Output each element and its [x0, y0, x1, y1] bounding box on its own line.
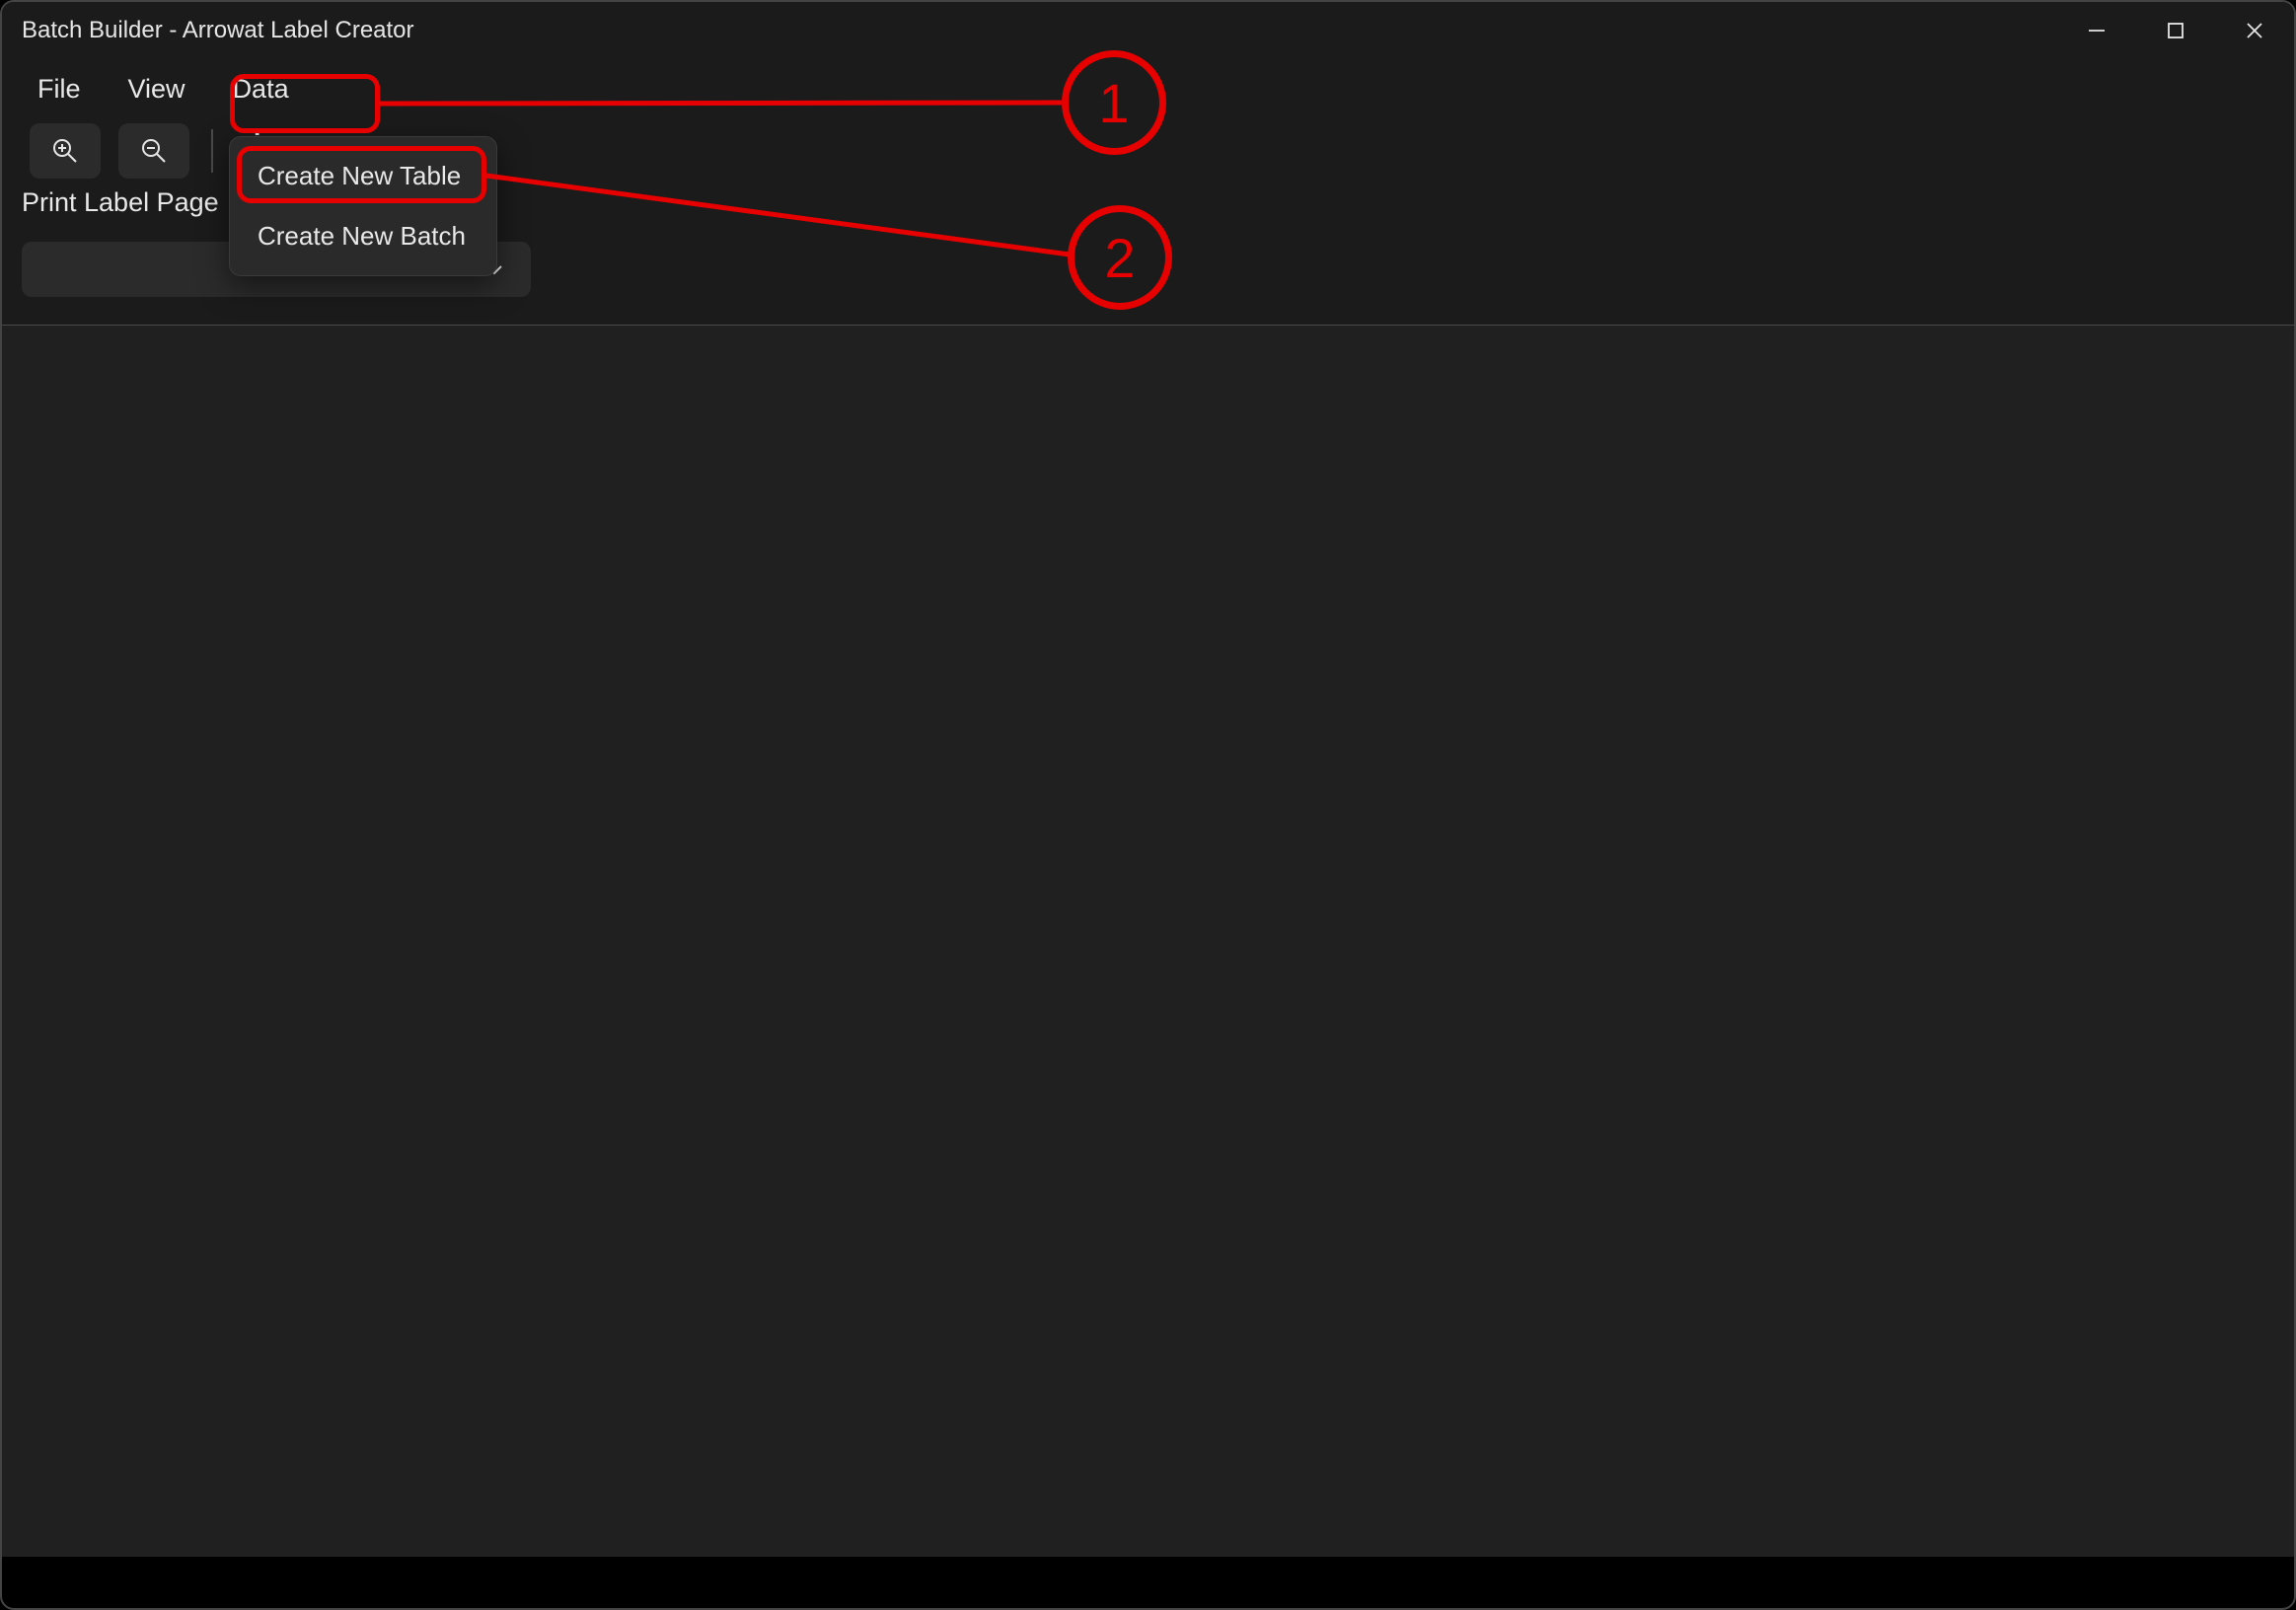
window-controls	[2057, 2, 2294, 59]
menu-file[interactable]: File	[14, 66, 105, 112]
data-menu-dropdown: Create New Table Create New Batch	[229, 136, 497, 276]
zoom-out-icon	[139, 136, 169, 166]
menu-data[interactable]: Data	[209, 66, 313, 112]
menu-item-create-new-batch[interactable]: Create New Batch	[236, 207, 490, 265]
minimize-icon	[2086, 20, 2108, 41]
print-label-page-label: Print Label Page	[22, 187, 219, 217]
maximize-icon	[2166, 21, 2185, 40]
content-area	[2, 326, 2294, 1557]
close-icon	[2244, 20, 2265, 41]
toolbar-separator	[211, 129, 213, 173]
menu-view[interactable]: View	[105, 66, 209, 112]
app-window: Batch Builder - Arrowat Label Creator	[0, 0, 2296, 1610]
window-title: Batch Builder - Arrowat Label Creator	[22, 17, 414, 44]
titlebar: Batch Builder - Arrowat Label Creator	[2, 2, 2294, 59]
menubar: File View Data	[2, 59, 2294, 118]
close-button[interactable]	[2215, 2, 2294, 59]
minimize-button[interactable]	[2057, 2, 2136, 59]
zoom-in-button[interactable]	[30, 123, 101, 179]
maximize-button[interactable]	[2136, 2, 2215, 59]
menu-item-create-new-table[interactable]: Create New Table	[236, 147, 490, 205]
zoom-in-icon	[50, 136, 80, 166]
zoom-out-button[interactable]	[118, 123, 189, 179]
